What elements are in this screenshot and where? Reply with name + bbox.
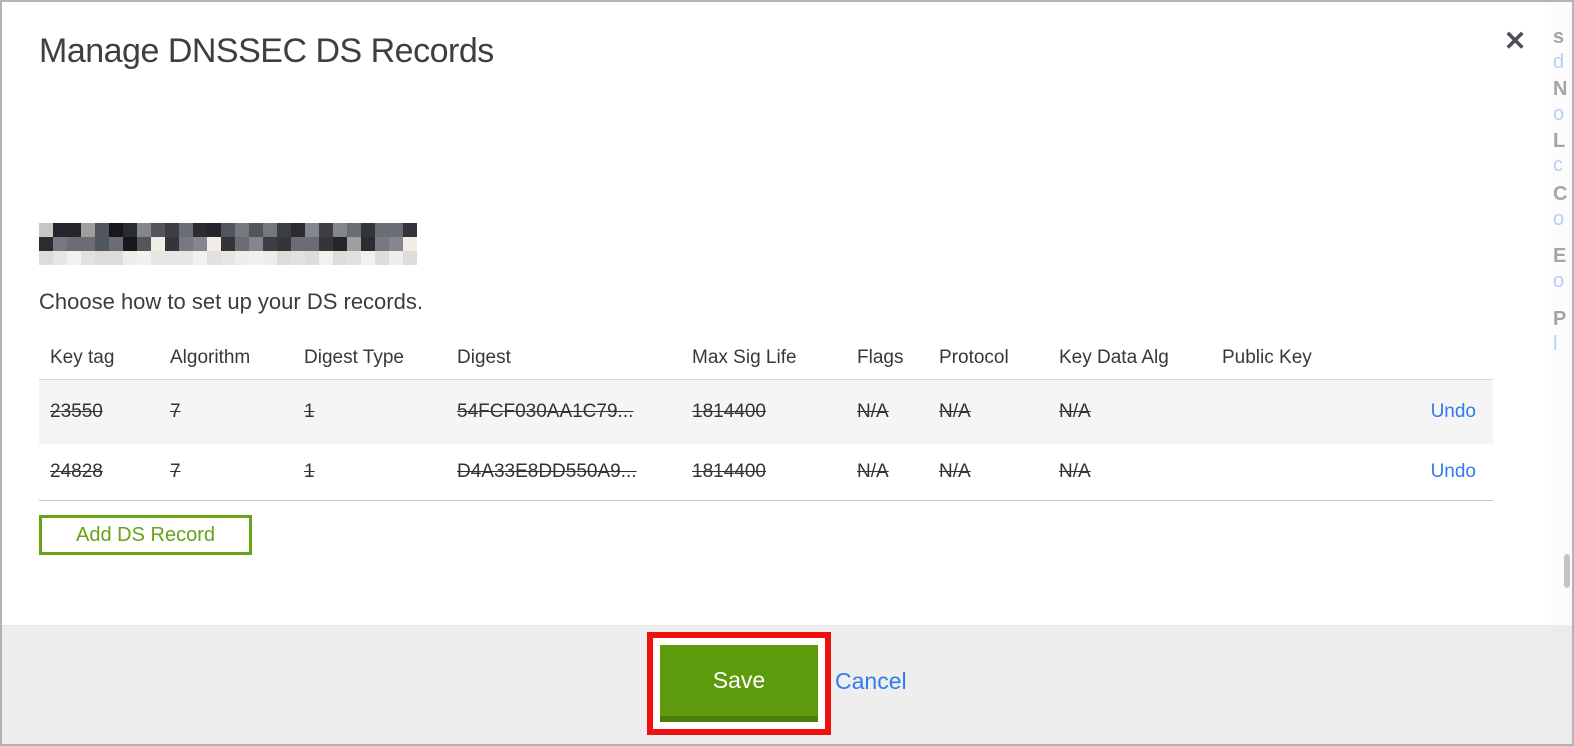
header-flags: Flags [857, 347, 904, 368]
cell-flags: N/A [857, 461, 889, 482]
cell-protocol: N/A [939, 401, 971, 422]
background-text-fragment: o [1553, 208, 1565, 230]
header-public-key: Public Key [1222, 347, 1312, 368]
background-text-fragment: C [1553, 183, 1568, 205]
header-digest-type: Digest Type [304, 347, 404, 368]
background-text-fragment: s [1553, 26, 1565, 48]
undo-link[interactable]: Undo [1431, 401, 1476, 422]
header-protocol: Protocol [939, 347, 1009, 368]
cell-digest-type: 1 [304, 461, 315, 482]
cell-algorithm: 7 [170, 461, 181, 482]
cell-digest-type: 1 [304, 401, 315, 422]
close-icon[interactable]: ✕ [1498, 24, 1532, 58]
screenshot-frame: Manage DNSSEC DS Records ✕ Choose how to… [0, 0, 1574, 746]
cell-key-data-alg: N/A [1059, 401, 1091, 422]
cell-digest: 54FCF030AA1C79... [457, 401, 634, 422]
table-row: 24828 7 1 D4A33E8DD550A9... 1814400 N/A … [39, 444, 1493, 501]
header-algorithm: Algorithm [170, 347, 251, 368]
cell-max-sig-life: 1814400 [692, 461, 766, 482]
instruction-text: Choose how to set up your DS records. [39, 289, 423, 314]
header-max-sig-life: Max Sig Life [692, 347, 797, 368]
background-page-sliver: sdNoLcCoEoPl [1551, 2, 1572, 744]
header-digest: Digest [457, 347, 511, 368]
background-text-fragment: L [1553, 130, 1566, 152]
cell-flags: N/A [857, 401, 889, 422]
cell-key-tag: 24828 [50, 461, 103, 482]
background-text-fragment: P [1553, 308, 1567, 330]
ds-records-table: Key tag Algorithm Digest Type Digest Max… [39, 337, 1493, 501]
background-page-footer-area [1551, 625, 1572, 744]
background-text-fragment: N [1553, 78, 1568, 100]
page-title: Manage DNSSEC DS Records [39, 32, 494, 70]
scrollbar-thumb[interactable] [1564, 554, 1570, 588]
save-button[interactable]: Save [660, 645, 818, 722]
background-text-fragment: E [1553, 245, 1567, 267]
table-header-row: Key tag Algorithm Digest Type Digest Max… [39, 337, 1493, 379]
modal-footer: Save Cancel [2, 625, 1552, 744]
manage-dnssec-modal: Manage DNSSEC DS Records ✕ Choose how to… [2, 2, 1553, 744]
cell-digest: D4A33E8DD550A9... [457, 461, 637, 482]
cell-protocol: N/A [939, 461, 971, 482]
cell-algorithm: 7 [170, 401, 181, 422]
undo-link[interactable]: Undo [1431, 461, 1476, 482]
add-ds-record-button[interactable]: Add DS Record [39, 515, 252, 555]
cell-key-data-alg: N/A [1059, 461, 1091, 482]
header-key-data-alg: Key Data Alg [1059, 347, 1169, 368]
cell-max-sig-life: 1814400 [692, 401, 766, 422]
background-text-fragment: o [1553, 270, 1565, 292]
red-highlight-annotation: Save [647, 632, 831, 735]
background-text-fragment: d [1553, 51, 1565, 73]
table-row: 23550 7 1 54FCF030AA1C79... 1814400 N/A … [39, 379, 1493, 444]
cell-key-tag: 23550 [50, 401, 103, 422]
cancel-link[interactable]: Cancel [835, 668, 907, 695]
background-text-fragment: c [1553, 154, 1563, 176]
redacted-domain-name [39, 223, 417, 265]
header-key-tag: Key tag [50, 347, 115, 368]
background-text-fragment: o [1553, 103, 1565, 125]
background-text-fragment: l [1553, 333, 1558, 355]
